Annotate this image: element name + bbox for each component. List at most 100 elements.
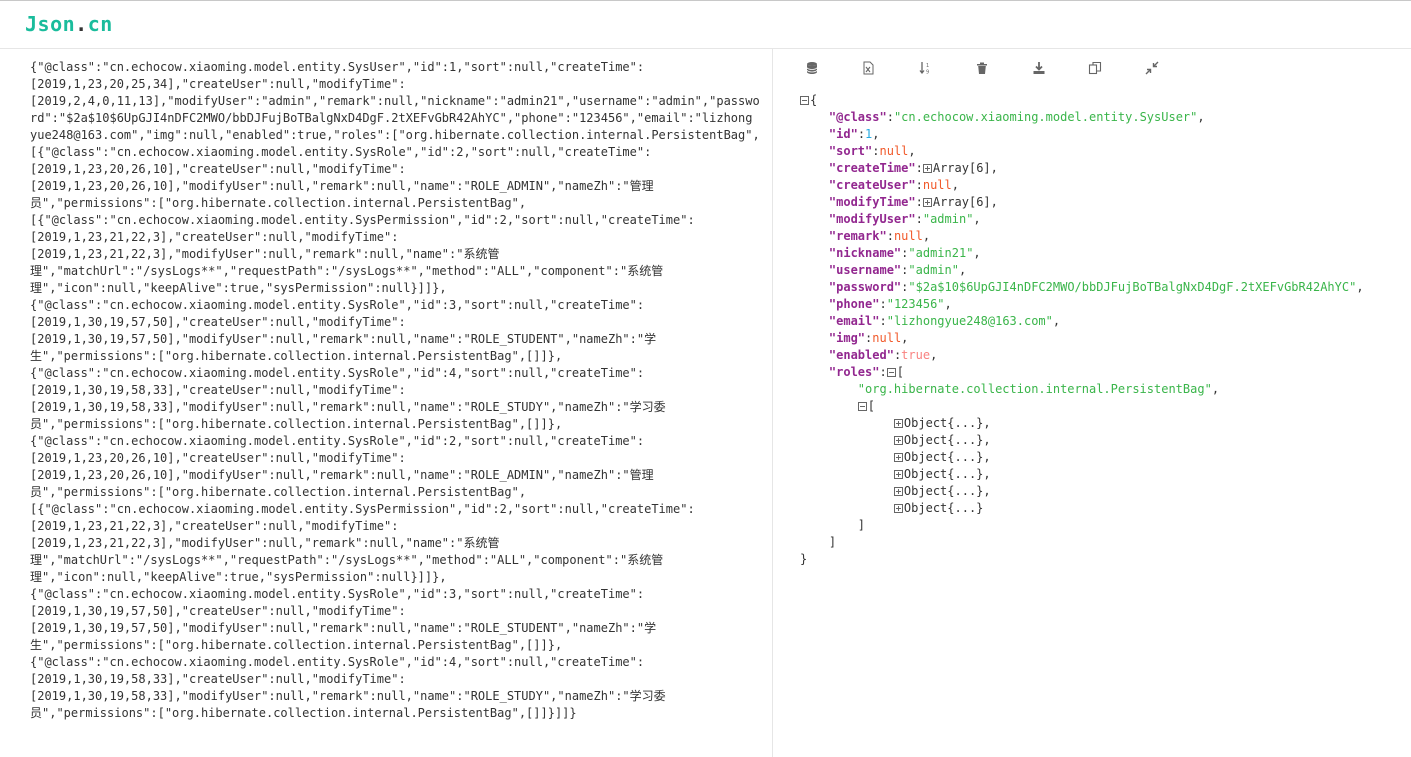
raw-line: rd":"$2a$10$6UpGJI4nDFC2MWO/bbDJFujBoTBa… [30,111,753,125]
json-collapsed-value[interactable]: Object{...} [904,484,983,498]
tree-row: "nickname":"admin21", [828,246,981,260]
tree-row: "email":"lizhongyue248@163.com", [828,314,1061,328]
json-key: "username" [828,263,902,277]
raw-line: {"@class":"cn.echocow.xiaoming.model.ent… [30,434,645,448]
tree-row: "password":"$2a$10$6UpGJI4nDFC2MWO/bbDJF… [828,280,1364,294]
brace-close: } [800,552,808,566]
json-collapsed-value[interactable]: Object{...} [904,416,983,430]
tree-row: "id":1, [828,127,880,141]
tree-row: "@class":"cn.echocow.xiaoming.model.enti… [828,110,1205,124]
json-key: "password" [828,280,902,294]
raw-line: 生","permissions":["org.hibernate.collect… [30,349,563,363]
compress-icon[interactable] [1143,59,1161,77]
json-collapsed-value[interactable]: Object{...} [904,450,983,464]
raw-line: [{"@class":"cn.echocow.xiaoming.model.en… [30,213,695,227]
brace-open: { [810,93,818,107]
tree-row: ] [800,518,866,532]
download-icon[interactable] [1030,59,1048,77]
raw-line: [2019,1,30,19,58,33],"modifyUser":null,"… [30,400,666,414]
json-key: "@class" [828,110,887,124]
toolbar: 19 [774,49,1411,87]
collapse-toggle-icon[interactable] [857,402,867,411]
tree-row: "username":"admin", [828,263,967,277]
tree-row: "phone":"123456", [828,297,952,311]
json-value: "cn.echocow.xiaoming.model.entity.SysUse… [893,110,1198,124]
raw-line: [2019,1,23,20,26,10],"createUser":null,"… [30,162,406,176]
json-key: "roles" [828,365,880,379]
raw-line: [2019,1,23,21,22,3],"modifyUser":null,"r… [30,247,500,261]
raw-line: [2019,1,30,19,57,50],"modifyUser":null,"… [30,621,657,635]
expand-toggle-icon[interactable] [893,436,903,445]
raw-line: {"@class":"cn.echocow.xiaoming.model.ent… [30,587,645,601]
tree-row: "remark":null, [828,229,931,243]
trash-icon[interactable] [973,59,991,77]
json-collapsed-value[interactable]: Array[6] [933,161,991,175]
raw-json-editor[interactable]: {"@class":"cn.echocow.xiaoming.model.ent… [0,49,773,757]
tree-row: Object{...}, [800,415,1364,432]
raw-line: {"@class":"cn.echocow.xiaoming.model.ent… [30,655,645,669]
json-value: null [922,178,952,192]
json-value: 1 [865,127,873,141]
sort-icon[interactable]: 19 [916,59,934,77]
json-value: null [893,229,923,243]
copy-icon[interactable] [1086,59,1104,77]
tree-row: "modifyUser":"admin", [828,212,981,226]
tree-row: [ [800,398,1364,415]
json-key: "nickname" [828,246,902,260]
excel-icon[interactable] [859,59,877,77]
svg-text:1: 1 [926,63,929,69]
expand-toggle-icon[interactable] [893,470,903,479]
collapse-toggle-icon[interactable] [800,96,809,105]
raw-line: 员","permissions":["org.hibernate.collect… [30,417,563,431]
json-collapsed-value[interactable]: Object{...} [904,501,983,515]
raw-line: {"@class":"cn.echocow.xiaoming.model.ent… [30,366,645,380]
json-key: "enabled" [828,348,894,362]
logo[interactable]: Json.cn [25,12,113,36]
raw-line: {"@class":"cn.echocow.xiaoming.model.ent… [30,298,645,312]
collapse-toggle-icon[interactable] [886,368,896,377]
tree-row: "createUser":null, [828,178,959,192]
raw-line: 员","permissions":["org.hibernate.collect… [30,485,527,499]
raw-line: {"@class":"cn.echocow.xiaoming.model.ent… [30,60,645,74]
svg-text:9: 9 [926,70,929,76]
tree-row: Object{...}, [800,449,1364,466]
json-key: "remark" [828,229,887,243]
expand-toggle-icon[interactable] [922,164,932,173]
raw-line: [2019,1,30,19,57,50],"createUser":null,"… [30,315,406,329]
json-value: null [872,331,902,345]
json-value: "admin" [922,212,974,226]
tree-row: "roles":[ [828,365,904,379]
json-collapsed-value[interactable]: Object{...} [904,433,983,447]
expand-toggle-icon[interactable] [893,487,903,496]
raw-line: 生","permissions":["org.hibernate.collect… [30,638,563,652]
json-value: "123456" [886,297,945,311]
expand-toggle-icon[interactable] [893,453,903,462]
raw-line: 理","icon":null,"keepAlive":true,"sysPerm… [30,281,447,295]
tree-row: "modifyTime": Array[6], [828,195,998,209]
raw-json-text[interactable]: {"@class":"cn.echocow.xiaoming.model.ent… [30,59,760,722]
json-key: "phone" [828,297,880,311]
raw-line: [{"@class":"cn.echocow.xiaoming.model.en… [30,145,652,159]
expand-toggle-icon[interactable] [893,504,903,513]
expand-toggle-icon[interactable] [893,419,903,428]
raw-line: [2019,1,30,19,58,33],"createUser":null,"… [30,383,406,397]
tree-row: "enabled":true, [828,348,938,362]
json-collapsed-value[interactable]: Object{...} [904,467,983,481]
raw-line: [{"@class":"cn.echocow.xiaoming.model.en… [30,502,695,516]
tree-row: "sort":null, [828,144,916,158]
raw-line: [2019,1,23,21,22,3],"createUser":null,"m… [30,519,399,533]
tree-row: ] [800,535,837,549]
database-icon[interactable] [803,59,821,77]
json-value: "lizhongyue248@163.com" [886,314,1053,328]
raw-line: 员","permissions":["org.hibernate.collect… [30,706,577,720]
raw-line: [2019,1,23,21,22,3],"createUser":null,"m… [30,230,399,244]
tree-row: { [800,92,1364,109]
expand-toggle-icon[interactable] [922,198,932,207]
json-key: "modifyUser" [828,212,916,226]
raw-line: 理","matchUrl":"/sysLogs**","requestPath"… [30,264,664,278]
json-collapsed-value[interactable]: Array[6] [933,195,991,209]
json-key: "createTime" [828,161,916,175]
raw-line: [2019,1,23,20,26,10],"createUser":null,"… [30,451,406,465]
raw-line: [2019,1,23,20,26,10],"modifyUser":null,"… [30,468,654,482]
raw-line: 员","permissions":["org.hibernate.collect… [30,196,527,210]
